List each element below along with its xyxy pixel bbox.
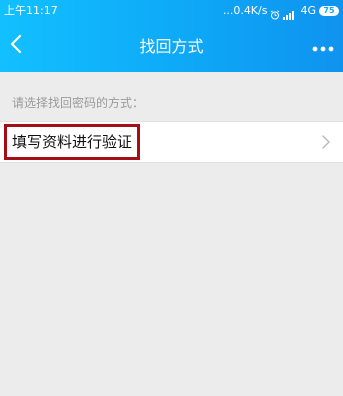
option-verify-by-info[interactable]: 填写资料进行验证 (0, 121, 343, 163)
status-right: ...0.4K/s 4G 75 (223, 0, 339, 22)
section-label: 请选择找回密码的方式： (12, 96, 145, 110)
more-button[interactable] (309, 34, 337, 58)
back-button[interactable] (4, 32, 28, 60)
alarm-icon (270, 6, 280, 20)
status-bar: 上午11:17 ...0.4K/s 4G 75 (0, 0, 343, 22)
chevron-right-icon (321, 134, 331, 150)
battery-icon: 75 (319, 6, 339, 16)
status-time: 上午11:17 (4, 4, 58, 17)
network-speed: ...0.4K/s (222, 4, 268, 17)
page-title: 找回方式 (139, 37, 204, 56)
network-type: 4G (300, 4, 316, 17)
back-chevron-icon (10, 34, 22, 58)
more-dots-icon (312, 37, 334, 56)
header: 上午11:17 ...0.4K/s 4G 75 找回方式 (0, 0, 343, 72)
signal-icon (283, 6, 297, 20)
option-label: 填写资料进行验证 (12, 133, 133, 151)
nav-bar: 找回方式 (0, 22, 343, 72)
